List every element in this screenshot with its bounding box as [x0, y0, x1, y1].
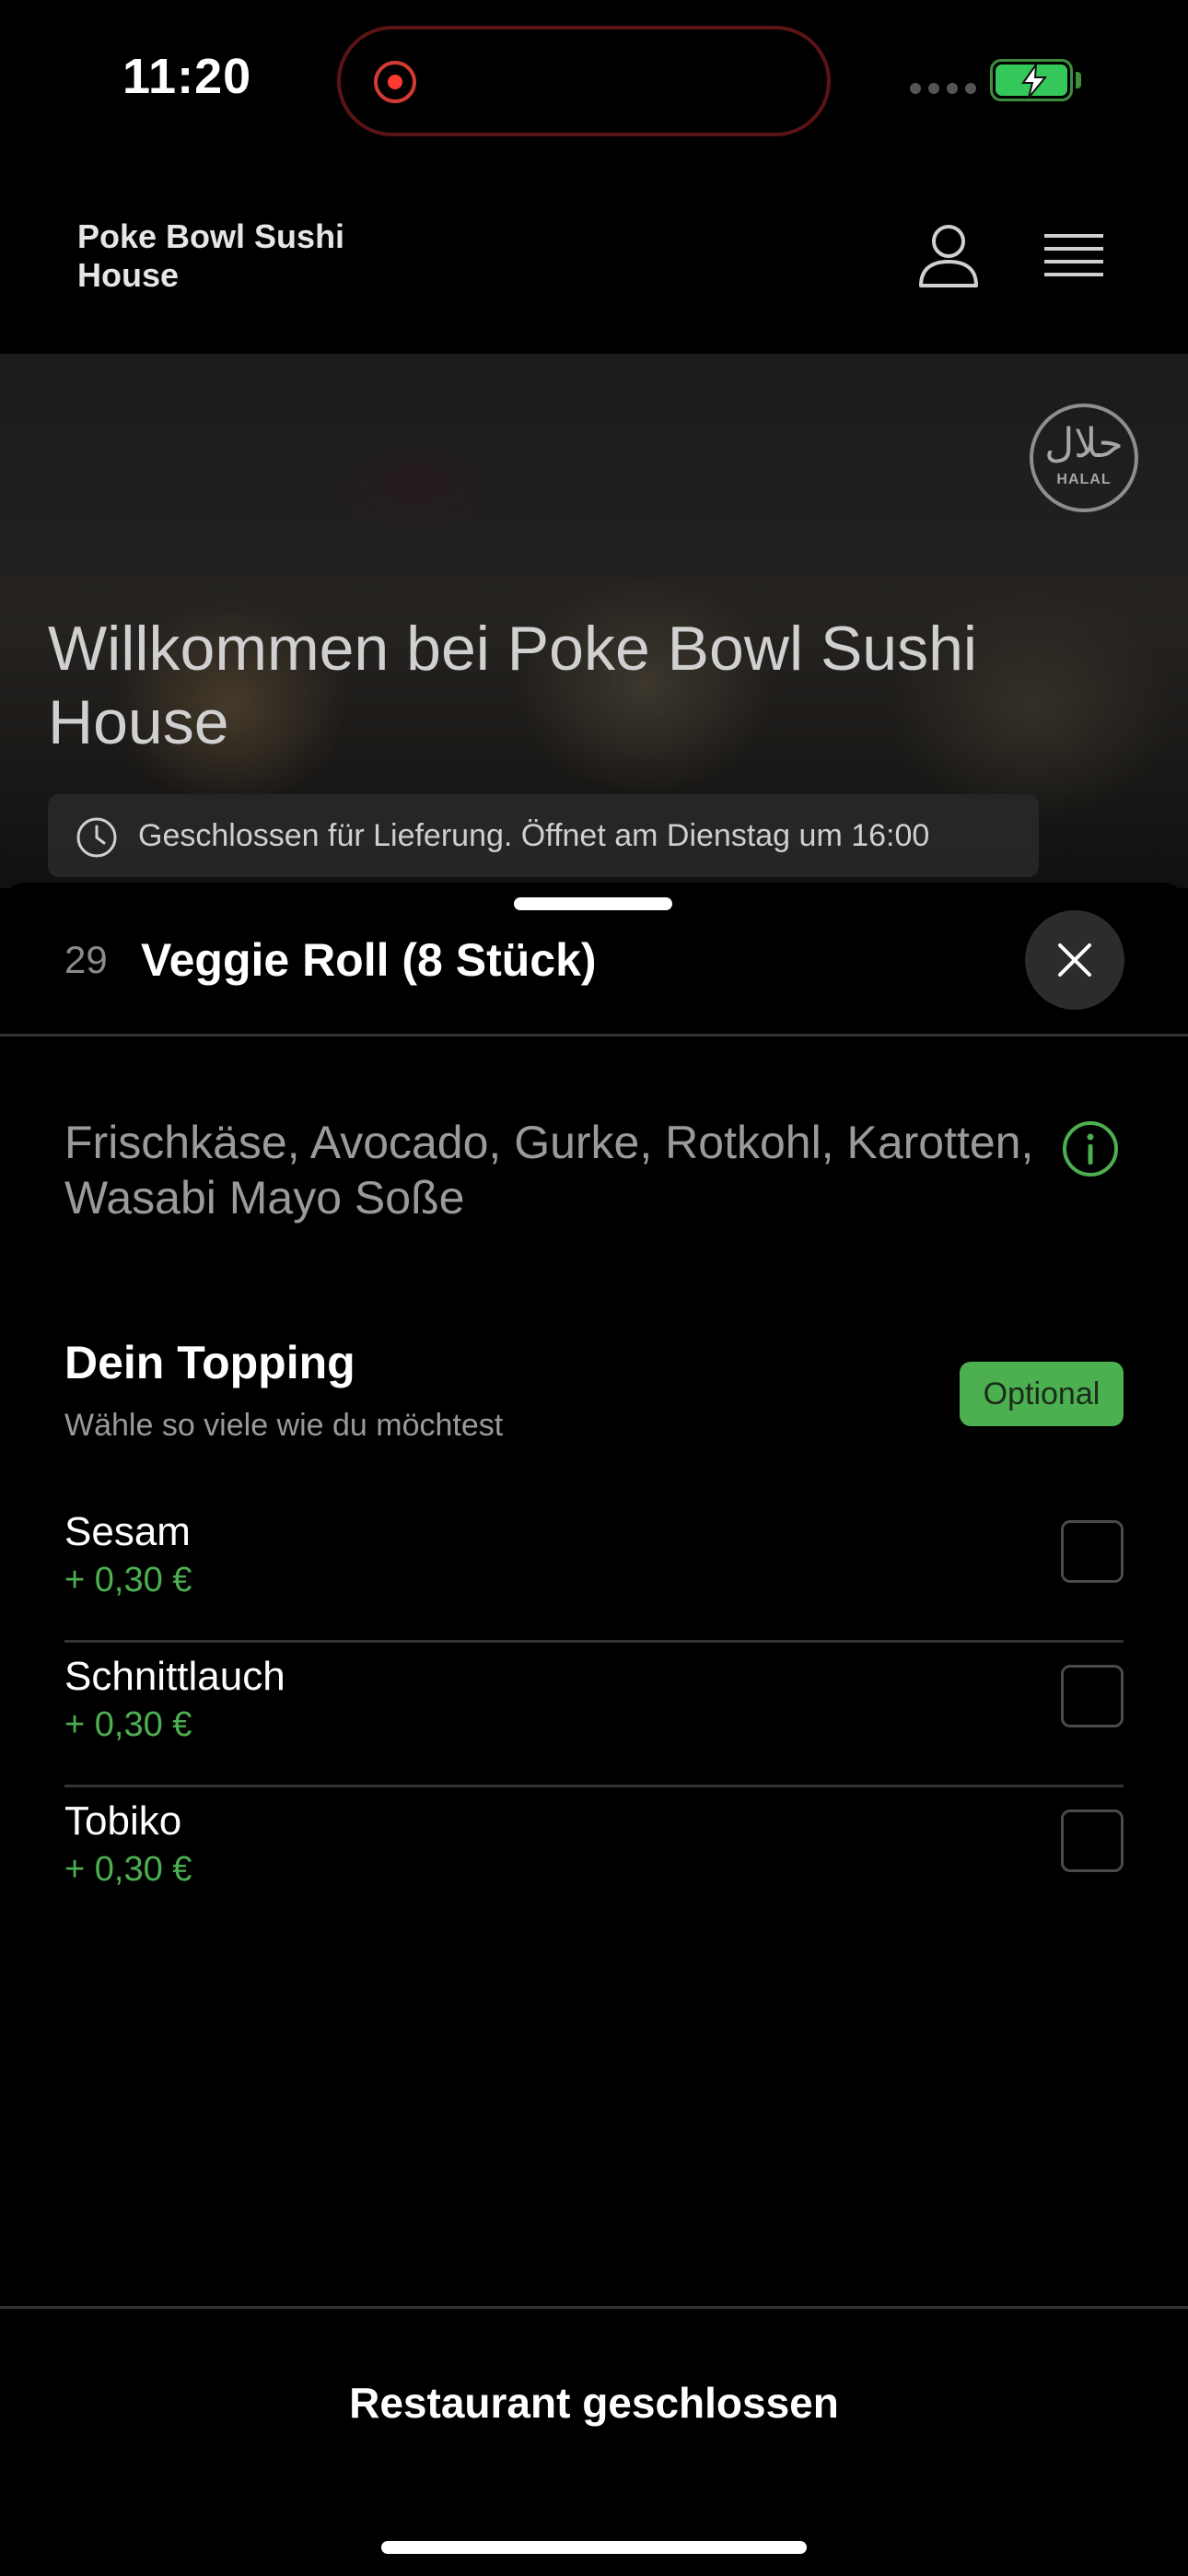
recording-icon [374, 61, 416, 103]
halal-label: HALAL [1056, 472, 1112, 487]
welcome-title: Willkommen bei Poke Bowl Sushi House [48, 614, 978, 757]
topping-section-subtitle: Wähle so viele wie du möchtest [64, 1408, 504, 1443]
item-description: Frischkäse, Avocado, Gurke, Rotkohl, Kar… [64, 1117, 1034, 1224]
status-bar: 11:20 [0, 0, 1188, 166]
topping-options-list: Sesam + 0,30 € Schnittlauch + 0,30 € Tob… [64, 1498, 1124, 1932]
optional-badge: Optional [960, 1362, 1124, 1426]
dynamic-island [337, 26, 831, 136]
restaurant-closed-button[interactable]: Restaurant geschlossen [0, 2320, 1188, 2486]
footer-divider [0, 2306, 1188, 2309]
halal-arabic-text: حلال [1044, 421, 1124, 466]
charging-bolt-icon [1021, 63, 1048, 99]
closed-notice-banner: Geschlossen für Lieferung. Öffnet am Die… [48, 794, 1039, 877]
option-price: + 0,30 € [64, 1705, 192, 1744]
item-detail-sheet: 29 Veggie Roll (8 Stück) Frischkäse, Avo… [0, 883, 1188, 2576]
sheet-grabber[interactable] [514, 897, 672, 910]
sheet-header-divider [0, 1034, 1188, 1036]
option-price: + 0,30 € [64, 1850, 192, 1889]
topping-option[interactable]: Sesam + 0,30 € [64, 1498, 1124, 1643]
topping-option[interactable]: Schnittlauch + 0,30 € [64, 1643, 1124, 1787]
item-number: 29 [64, 938, 108, 981]
close-icon [1058, 943, 1091, 977]
cellular-signal-icon [910, 83, 976, 94]
hamburger-menu-icon[interactable] [1044, 232, 1103, 280]
item-title: Veggie Roll (8 Stück) [141, 934, 597, 986]
close-button[interactable] [1025, 910, 1124, 1010]
option-name: Schnittlauch [64, 1654, 285, 1699]
topping-option[interactable]: Tobiko + 0,30 € [64, 1787, 1124, 1932]
home-indicator[interactable] [381, 2541, 807, 2554]
option-checkbox[interactable] [1061, 1520, 1124, 1583]
app-header: Poke Bowl Sushi House [0, 166, 1188, 354]
closed-notice-text: Geschlossen für Lieferung. Öffnet am Die… [138, 818, 930, 853]
battery-tip [1076, 72, 1081, 88]
info-icon[interactable] [1062, 1120, 1119, 1177]
status-time: 11:20 [122, 49, 252, 104]
topping-section-title: Dein Topping [64, 1337, 355, 1388]
halal-badge: حلال HALAL [1030, 404, 1138, 512]
option-checkbox[interactable] [1061, 1809, 1124, 1872]
option-name: Sesam [64, 1509, 191, 1554]
account-icon[interactable] [917, 223, 980, 289]
option-checkbox[interactable] [1061, 1665, 1124, 1727]
battery-icon [990, 59, 1073, 101]
hero-banner: حلال HALAL Willkommen bei Poke Bowl Sush… [0, 354, 1188, 888]
clock-icon [76, 817, 117, 858]
restaurant-name[interactable]: Poke Bowl Sushi House [77, 217, 409, 295]
option-price: + 0,30 € [64, 1561, 192, 1599]
option-name: Tobiko [64, 1798, 182, 1844]
